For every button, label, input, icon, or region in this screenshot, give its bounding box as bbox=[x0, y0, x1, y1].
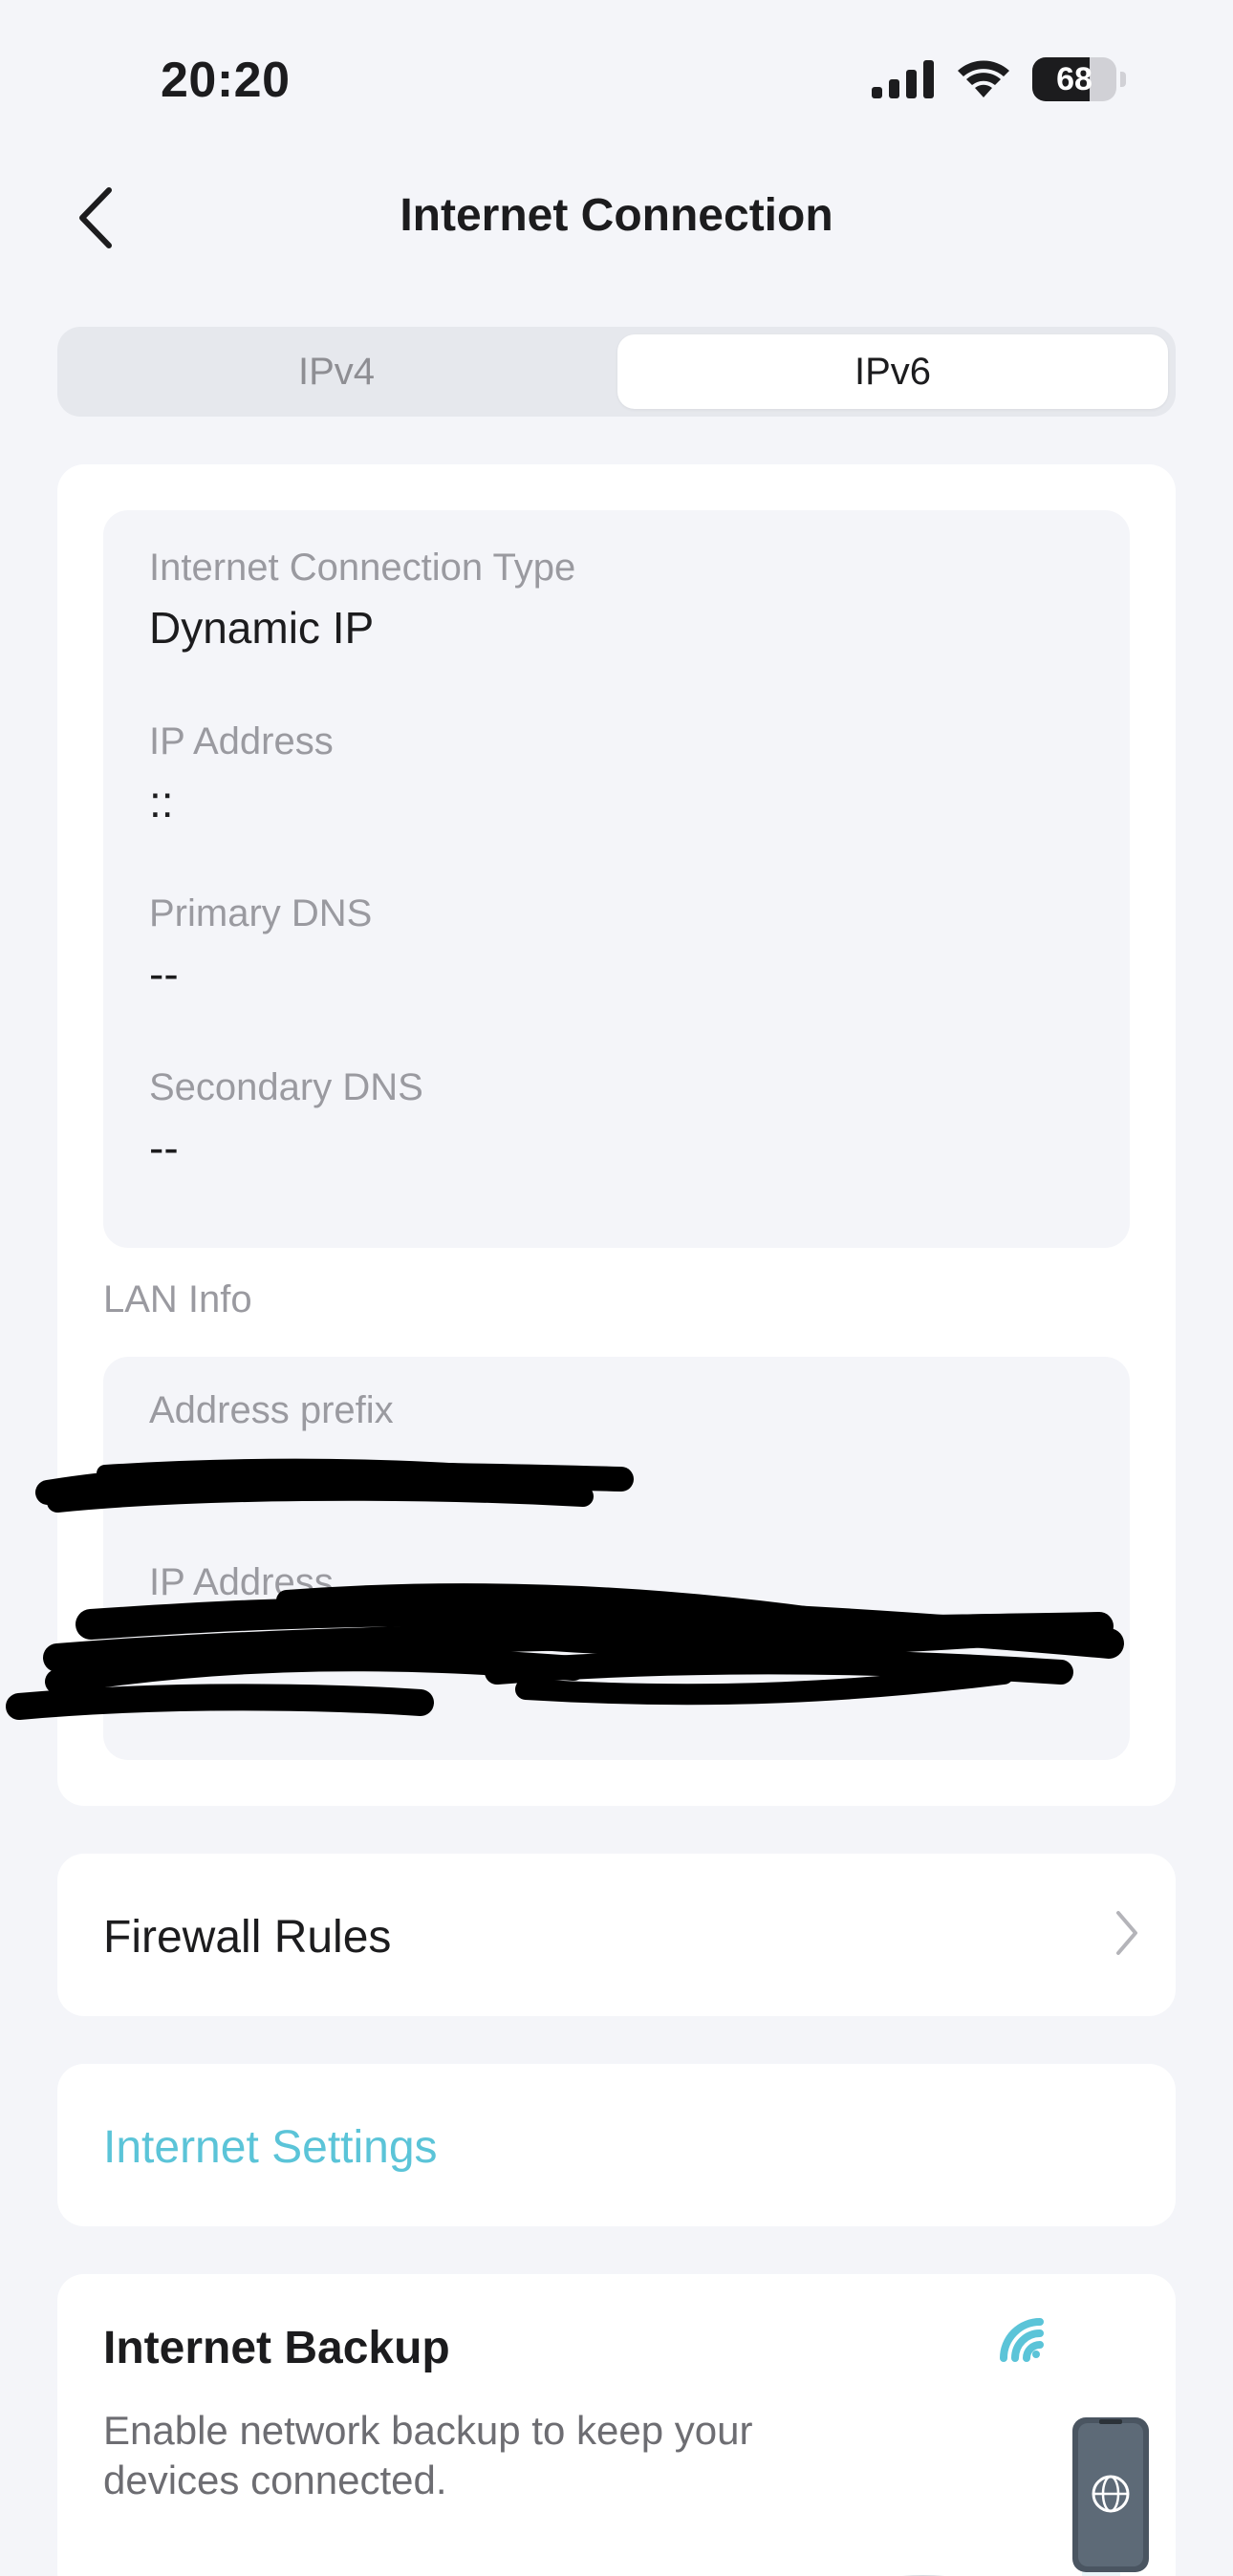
firewall-rules-label: Firewall Rules bbox=[103, 1912, 392, 1963]
connection-type-label: Internet Connection Type bbox=[149, 547, 576, 589]
internet-backup-description: Enable network backup to keep your devic… bbox=[103, 2408, 753, 2502]
connection-type-value: Dynamic IP bbox=[149, 603, 375, 653]
lan-info-title: LAN Info bbox=[103, 1278, 252, 1320]
status-time: 20:20 bbox=[161, 53, 291, 108]
lan-info-box: Address prefix IP Address bbox=[103, 1357, 1130, 1760]
internet-settings-link[interactable]: Internet Settings bbox=[103, 2121, 438, 2174]
ip-address-label: IP Address bbox=[149, 720, 334, 762]
wifi-icon bbox=[958, 60, 1009, 97]
primary-dns-value: -- bbox=[149, 949, 179, 998]
internet-backup-card[interactable]: Internet Backup Enable network backup to… bbox=[57, 2274, 1176, 2576]
battery-cap bbox=[1120, 72, 1126, 87]
secondary-dns-label: Secondary DNS bbox=[149, 1066, 423, 1108]
wan-info-box: Internet Connection Type Dynamic IP IP A… bbox=[103, 510, 1130, 1248]
battery-icon: 68 bbox=[1032, 57, 1126, 101]
secondary-dns-value: -- bbox=[149, 1123, 179, 1172]
status-bar: 20:20 68 bbox=[0, 0, 1233, 143]
firewall-rules-row[interactable]: Firewall Rules bbox=[57, 1854, 1176, 2016]
chevron-right-icon bbox=[1116, 1911, 1137, 1955]
ip-version-tabs: IPv4 IPv6 bbox=[57, 327, 1176, 417]
battery-body: 68 bbox=[1032, 57, 1116, 101]
primary-dns-label: Primary DNS bbox=[149, 892, 373, 934]
ip-address-value: :: bbox=[149, 777, 174, 826]
nav-bar: Internet Connection bbox=[0, 162, 1233, 269]
internet-settings-row[interactable]: Internet Settings bbox=[57, 2064, 1176, 2226]
address-prefix-label: Address prefix bbox=[149, 1389, 394, 1431]
screen: 20:20 68 Internet Connection IPv4 IPv6 I… bbox=[0, 0, 1233, 2576]
page-title: Internet Connection bbox=[400, 190, 833, 241]
backup-illustration-icon bbox=[902, 2318, 1149, 2576]
tab-ipv6[interactable]: IPv6 bbox=[617, 334, 1168, 409]
cellular-signal-icon bbox=[872, 60, 934, 98]
internet-backup-title: Internet Backup bbox=[103, 2323, 450, 2373]
connection-info-card: Internet Connection Type Dynamic IP IP A… bbox=[57, 464, 1176, 1806]
tab-ipv4[interactable]: IPv4 bbox=[65, 334, 608, 409]
battery-level: 68 bbox=[1056, 60, 1092, 97]
status-icons: 68 bbox=[872, 57, 1126, 101]
lan-ip-address-label: IP Address bbox=[149, 1561, 334, 1603]
